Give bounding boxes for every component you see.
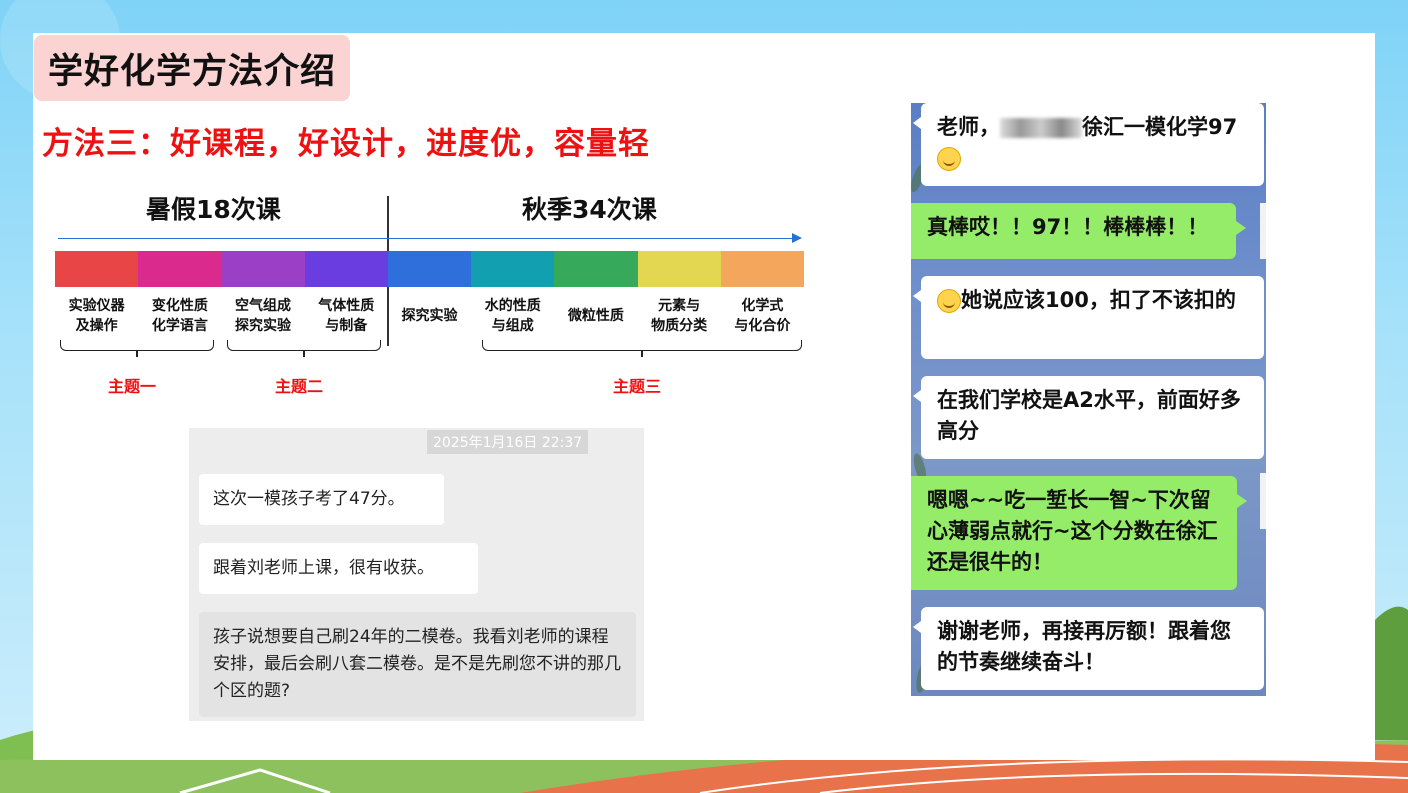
timeline-segment-2	[138, 251, 222, 287]
chat-bubble: 老师， 徐汇一模化学97	[913, 103, 1264, 186]
chat-bubble: 在我们学校是A2水平，前面好多高分	[913, 376, 1264, 459]
chat-message: 孩子说想要自己刷24年的二模卷。我看刘老师的课程安排，最后会刷八套二模卷。是不是…	[199, 612, 636, 717]
parent-chat-screenshot: 2025年1月16日 22:37 这次一模孩子考了47分。 跟着刘老师上课，很有…	[189, 428, 644, 721]
sweat-emoji-icon	[937, 289, 961, 313]
topic-label: 空气组成 探究实验	[235, 298, 292, 334]
title-box: 学好化学方法介绍	[34, 35, 351, 101]
topic-label: 化学式 与化合价	[734, 298, 791, 334]
timeline-segment-4	[304, 251, 388, 287]
topic-label: 探究实验	[401, 308, 458, 324]
arrow-head-icon	[792, 233, 802, 243]
topic-label: 水的性质 与组成	[484, 298, 541, 334]
theme-one-label: 主题一	[108, 377, 157, 396]
topic-label: 元素与 物质分类	[651, 298, 708, 334]
theme-two-label: 主题二	[275, 377, 324, 396]
topic-label: 变化性质 化学语言	[151, 298, 208, 334]
timeline-arrow	[58, 238, 794, 239]
timeline-segment-7	[554, 251, 638, 287]
blurred-name	[1000, 118, 1082, 138]
summer-label: 暑假18次课	[146, 195, 281, 224]
theme-two-brace	[227, 340, 381, 351]
chat-bubble-reply: 嗯嗯~~吃一堑长一智~下次留心薄弱点就行~这个分数在徐汇还是很牛的！	[911, 476, 1247, 590]
timeline-segment-8	[637, 251, 721, 287]
timeline-segment-1	[55, 251, 139, 287]
topic-label: 微粒性质	[567, 308, 624, 324]
timeline-segment-3	[221, 251, 305, 287]
timeline-segment-9	[720, 251, 804, 287]
page-title: 学好化学方法介绍	[48, 51, 337, 92]
timeline-color-bar	[55, 251, 804, 287]
method-subtitle: 方法三：好课程，好设计，进度优，容量轻	[42, 126, 650, 162]
wechat-chat-screenshot: 老师， 徐汇一模化学97 真棒哎！！97！！棒棒棒！！ 她说应该100，扣了不该扣…	[911, 103, 1266, 696]
chat-bubble-reply: 真棒哎！！97！！棒棒棒！！	[911, 203, 1246, 259]
chat-bubble: 她说应该100，扣了不该扣的	[913, 276, 1264, 359]
theme-three-brace	[482, 340, 802, 351]
timeline-segment-5	[387, 251, 472, 287]
timeline-segment-6	[471, 251, 555, 287]
chat-message: 跟着刘老师上课，很有收获。	[199, 543, 478, 594]
topic-label: 气体性质 与制备	[318, 298, 375, 334]
theme-one-brace	[60, 340, 214, 351]
chat-bubble: 谢谢老师，再接再厉额！跟着您的节奏继续奋斗！	[913, 607, 1264, 690]
theme-three-label: 主题三	[613, 377, 662, 396]
chat-timestamp: 2025年1月16日 22:37	[427, 430, 589, 454]
autumn-label: 秋季34次课	[522, 195, 657, 224]
topic-label: 实验仪器 及操作	[68, 298, 125, 334]
smile-emoji-icon	[937, 147, 961, 171]
chat-message: 这次一模孩子考了47分。	[199, 474, 444, 525]
